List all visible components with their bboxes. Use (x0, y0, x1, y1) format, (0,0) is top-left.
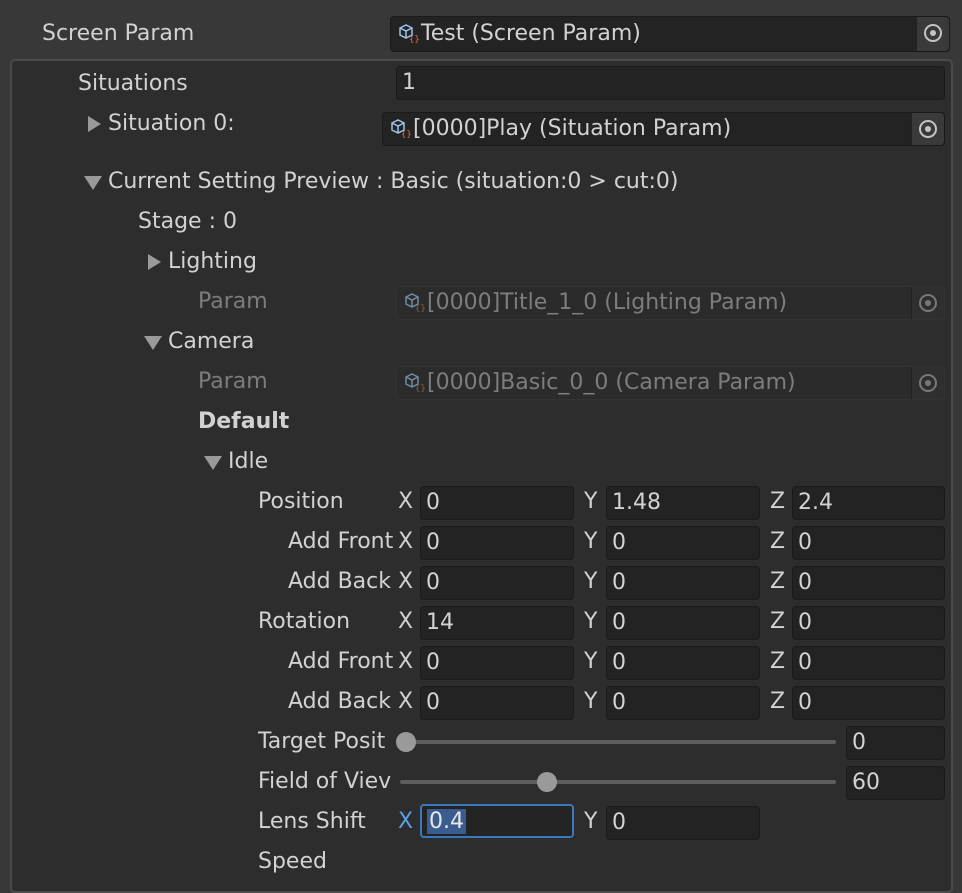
preview-label[interactable]: Current Setting Preview : Basic (situati… (108, 168, 679, 196)
y-field[interactable]: 0 (606, 686, 760, 720)
lens-shift-x-field[interactable]: 0.4 (420, 804, 574, 838)
z-axis-label[interactable]: Z (770, 568, 785, 596)
y-axis-label[interactable]: Y (584, 688, 597, 716)
lens-shift-x-value: 0.4 (427, 809, 466, 834)
speed-label: Speed (258, 849, 327, 874)
triangle-down-icon[interactable] (84, 176, 102, 190)
y-axis-label[interactable]: Y (584, 648, 597, 676)
scriptable-object-icon: {} (403, 370, 426, 399)
target-position-label: Target Posit (258, 729, 386, 754)
lighting-label[interactable]: Lighting (168, 248, 257, 276)
object-picker-icon (911, 287, 944, 319)
scriptable-object-icon: {} (403, 290, 426, 319)
svg-text:{}: {} (415, 304, 425, 312)
y-axis-label[interactable]: Y (584, 488, 597, 516)
y-axis-label[interactable]: Y (584, 608, 597, 636)
y-field[interactable]: 0 (606, 606, 760, 640)
x-field[interactable]: 14 (420, 606, 574, 640)
x-field[interactable]: 0 (420, 526, 574, 560)
x-axis-label[interactable]: X (398, 688, 413, 716)
screen-param-field[interactable]: {} Test (Screen Param) (390, 16, 950, 52)
target-position-field[interactable]: 0 (846, 726, 945, 760)
z-field[interactable]: 0 (792, 646, 945, 680)
x-field[interactable]: 0 (420, 566, 574, 600)
vector-row-label: Position (258, 489, 344, 514)
triangle-right-icon[interactable] (88, 116, 101, 132)
x-axis-label[interactable]: X (398, 568, 413, 596)
object-picker-icon[interactable] (911, 113, 944, 145)
lens-shift-y-field[interactable]: 0 (606, 806, 760, 840)
screen-param-value: Test (Screen Param) (421, 21, 641, 46)
lighting-param-value: [0000]Title_1_0 (Lighting Param) (427, 290, 788, 315)
lens-shift-x-axis-label[interactable]: X (398, 808, 413, 836)
z-axis-label[interactable]: Z (770, 608, 785, 636)
z-field[interactable]: 0 (792, 686, 945, 720)
z-axis-label[interactable]: Z (770, 688, 785, 716)
y-axis-label[interactable]: Y (584, 568, 597, 596)
z-field[interactable]: 0 (792, 526, 945, 560)
vector-row-label: Rotation (258, 609, 351, 634)
scriptable-object-icon: {} (397, 20, 420, 51)
situations-field[interactable]: 1 (396, 66, 945, 100)
x-field[interactable]: 0 (420, 686, 574, 720)
lighting-param-label: Param (198, 289, 268, 314)
svg-text:{}: {} (401, 130, 411, 138)
triangle-down-icon[interactable] (204, 456, 222, 470)
field-of-view-field[interactable]: 60 (846, 766, 945, 800)
svg-text:{}: {} (415, 384, 425, 392)
default-label: Default (198, 409, 290, 434)
lens-shift-y-axis-label[interactable]: Y (584, 808, 597, 836)
vector-row-label: Add Front (288, 649, 394, 674)
svg-text:{}: {} (409, 35, 419, 43)
y-axis-label[interactable]: Y (584, 528, 597, 556)
object-picker-icon (911, 367, 944, 399)
idle-label[interactable]: Idle (228, 448, 268, 476)
camera-label[interactable]: Camera (168, 328, 254, 356)
target-position-knob[interactable] (396, 732, 416, 752)
camera-param-field: {} [0000]Basic_0_0 (Camera Param) (396, 366, 945, 400)
y-field[interactable]: 0 (606, 646, 760, 680)
camera-param-label: Param (198, 369, 268, 394)
x-field[interactable]: 0 (420, 646, 574, 680)
triangle-right-icon[interactable] (148, 254, 161, 270)
field-of-view-track[interactable] (400, 780, 836, 784)
x-axis-label[interactable]: X (398, 648, 413, 676)
x-field[interactable]: 0 (420, 486, 574, 520)
y-field[interactable]: 1.48 (606, 486, 760, 520)
z-axis-label[interactable]: Z (770, 648, 785, 676)
scriptable-object-icon: {} (389, 116, 412, 145)
x-axis-label[interactable]: X (398, 528, 413, 556)
screen-param-label: Screen Param (42, 21, 195, 46)
y-field[interactable]: 0 (606, 526, 760, 560)
x-axis-label[interactable]: X (398, 488, 413, 516)
situation0-label[interactable]: Situation 0: (108, 110, 235, 138)
x-axis-label[interactable]: X (398, 608, 413, 636)
triangle-down-icon[interactable] (144, 336, 162, 350)
z-axis-label[interactable]: Z (770, 528, 785, 556)
vector-row-label: Add Back (288, 569, 391, 594)
z-axis-label[interactable]: Z (770, 488, 785, 516)
z-field[interactable]: 0 (792, 566, 945, 600)
field-of-view-label: Field of Viev (258, 769, 392, 794)
z-field[interactable]: 0 (792, 606, 945, 640)
lens-shift-label: Lens Shift (258, 809, 366, 834)
situation0-field[interactable]: {} [0000]Play (Situation Param) (382, 112, 945, 146)
situation0-value: [0000]Play (Situation Param) (413, 116, 732, 141)
y-field[interactable]: 0 (606, 566, 760, 600)
target-position-track[interactable] (400, 740, 836, 744)
z-field[interactable]: 2.4 (792, 486, 945, 520)
stage-label: Stage : 0 (138, 209, 237, 234)
camera-param-value: [0000]Basic_0_0 (Camera Param) (427, 370, 796, 395)
object-picker-icon[interactable] (916, 17, 949, 51)
vector-row-label: Add Back (288, 689, 391, 714)
situations-label: Situations (78, 71, 188, 96)
vector-row-label: Add Front (288, 529, 394, 554)
lighting-param-field: {} [0000]Title_1_0 (Lighting Param) (396, 286, 945, 320)
